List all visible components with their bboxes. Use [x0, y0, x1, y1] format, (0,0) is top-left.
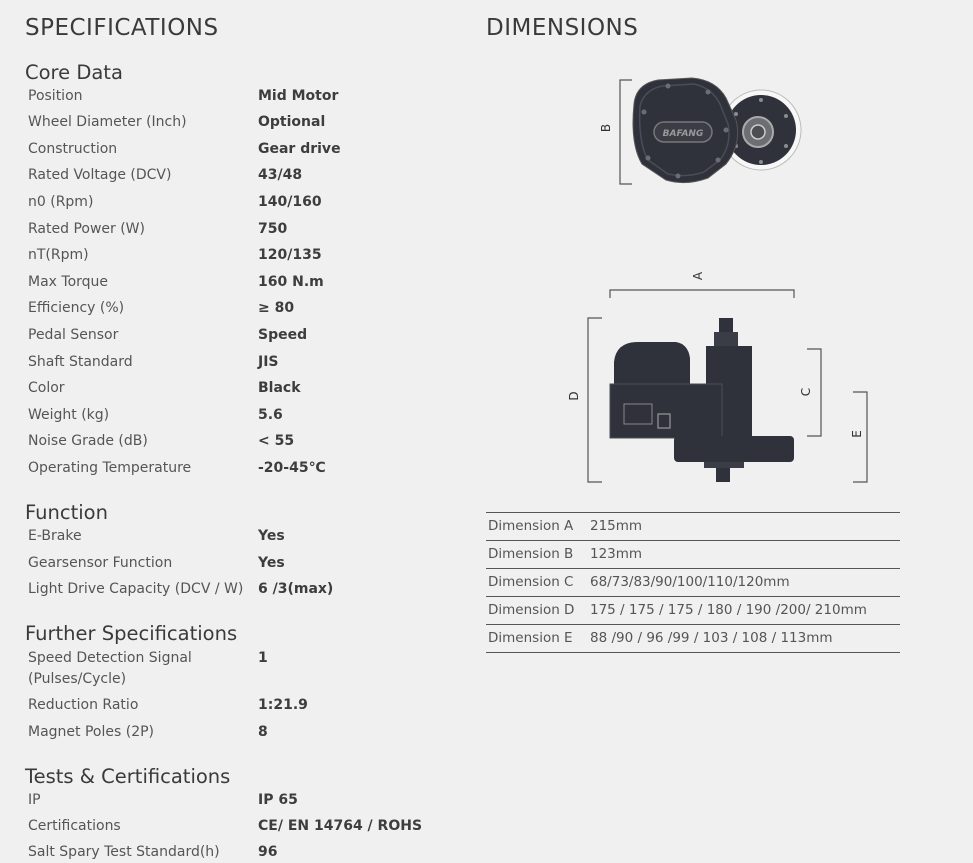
crank-collar	[714, 332, 738, 346]
dimension-label: Dimension E	[488, 630, 573, 646]
spec-value: IP 65	[258, 792, 298, 808]
spec-value: 43/48	[258, 167, 303, 183]
crank-axle	[750, 124, 766, 140]
section-heading-further-specifications: Further Specifications	[25, 622, 238, 645]
spec-label: n0 (Rpm)	[28, 194, 94, 210]
dimension-row-e: Dimension E 88 /90 / 96 /99 / 103 / 108 /…	[486, 625, 900, 653]
spec-value: 8	[258, 724, 268, 740]
spec-value: Yes	[258, 555, 285, 571]
dimension-value: 215mm	[590, 518, 643, 534]
spec-value: 5.6	[258, 407, 283, 423]
spec-value: Optional	[258, 114, 326, 130]
spec-label: Shaft Standard	[28, 354, 133, 370]
spec-value: CE/ EN 14764 / ROHS	[258, 818, 423, 834]
section-heading-core-data: Core Data	[25, 61, 123, 84]
crank-spline-bottom	[716, 468, 730, 482]
spec-label-continued: (Pulses/Cycle)	[28, 671, 127, 687]
dimension-d-bracket	[587, 317, 602, 483]
spec-label: Wheel Diameter (Inch)	[28, 114, 187, 130]
dimension-label: Dimension A	[488, 518, 574, 534]
chainring-assembly	[674, 436, 794, 462]
spec-value: 6 /3(max)	[258, 581, 334, 597]
dimension-d-label: D	[567, 391, 581, 400]
spec-value: 1:21.9	[258, 697, 308, 713]
dimension-label: Dimension D	[488, 602, 575, 618]
spec-value: 140/160	[258, 194, 322, 210]
motor-cap	[614, 342, 690, 386]
spec-label: Rated Power (W)	[28, 221, 145, 237]
spec-value: -20-45℃	[258, 460, 326, 476]
spec-value: 1	[258, 650, 268, 666]
spec-label: Efficiency (%)	[28, 300, 125, 316]
brand-logo: BAFANG	[663, 129, 704, 139]
crank-spline-top	[719, 318, 733, 334]
spec-label: Pedal Sensor	[28, 327, 119, 343]
section-heading-function: Function	[25, 501, 108, 524]
dimension-e-label: E	[850, 430, 864, 438]
spec-value: JIS	[258, 354, 279, 370]
dimension-row-d: Dimension D 175 / 175 / 175 / 180 / 190 /…	[486, 597, 900, 625]
dimension-label: Dimension B	[488, 546, 574, 562]
motor-front-view-figure: A D C E	[567, 271, 868, 483]
spec-label: Certifications	[28, 818, 121, 834]
dimension-label: Dimension C	[488, 574, 574, 590]
spec-label: Max Torque	[28, 274, 109, 290]
spec-value: < 55	[258, 433, 295, 449]
spec-value: 160 N.m	[258, 274, 324, 290]
spec-label: E-Brake	[28, 528, 82, 544]
dimensions-title: DIMENSIONS	[486, 15, 639, 41]
spec-value: Mid Motor	[258, 88, 339, 104]
dimension-value: 68/73/83/90/100/110/120mm	[590, 574, 790, 590]
spec-value: ≥ 80	[258, 300, 295, 316]
spec-label: Salt Spary Test Standard(h)	[28, 844, 220, 860]
spec-label: Construction	[28, 141, 118, 157]
dimension-c-label: C	[799, 388, 813, 396]
dimension-value: 88 /90 / 96 /99 / 103 / 108 / 113mm	[590, 630, 833, 646]
spec-value: Yes	[258, 528, 285, 544]
spec-label: Color	[28, 380, 65, 396]
spec-label: Operating Temperature	[28, 460, 192, 476]
spec-label: Speed Detection Signal	[28, 650, 192, 666]
specifications-title: SPECIFICATIONS	[25, 15, 219, 41]
spec-label: Light Drive Capacity (DCV / W)	[28, 581, 244, 597]
dimension-row-b: Dimension B 123mm	[486, 541, 900, 569]
spec-label: Position	[28, 88, 83, 104]
crank-lower-collar	[704, 462, 744, 468]
spec-value: 96	[258, 844, 278, 860]
spec-value: 750	[258, 221, 288, 237]
dimension-value: 175 / 175 / 175 / 180 / 190 /200/ 210mm	[590, 602, 867, 618]
spec-label: Rated Voltage (DCV)	[28, 167, 172, 183]
spec-value: Gear drive	[258, 141, 341, 157]
motor-side-view-figure: B BAFANG	[599, 77, 802, 185]
spec-label: Noise Grade (dB)	[28, 433, 148, 449]
motor-housing	[609, 383, 723, 439]
spec-label: nT(Rpm)	[28, 247, 89, 263]
dimension-b-bracket	[619, 79, 632, 185]
spec-value: 120/135	[258, 247, 322, 263]
dimension-value: 123mm	[590, 546, 643, 562]
dimensions-table: Dimension A 215mm Dimension B 123mm Dimens…	[486, 512, 900, 653]
section-heading-tests-certifications: Tests & Certifications	[25, 765, 231, 788]
spec-label: IP	[28, 792, 41, 808]
spec-value: Black	[258, 380, 301, 396]
spec-label: Magnet Poles (2P)	[28, 724, 154, 740]
dimension-row-c: Dimension C 68/73/83/90/100/110/120mm	[486, 569, 900, 597]
dimension-a-bracket	[609, 289, 795, 298]
spec-label: Gearsensor Function	[28, 555, 173, 571]
spec-label: Weight (kg)	[28, 407, 110, 423]
dimension-b-label: B	[599, 124, 613, 132]
spec-label: Reduction Ratio	[28, 697, 139, 713]
spec-value: Speed	[258, 327, 308, 343]
dimension-row-a: Dimension A 215mm	[486, 513, 900, 541]
dimension-a-label: A	[691, 271, 705, 280]
